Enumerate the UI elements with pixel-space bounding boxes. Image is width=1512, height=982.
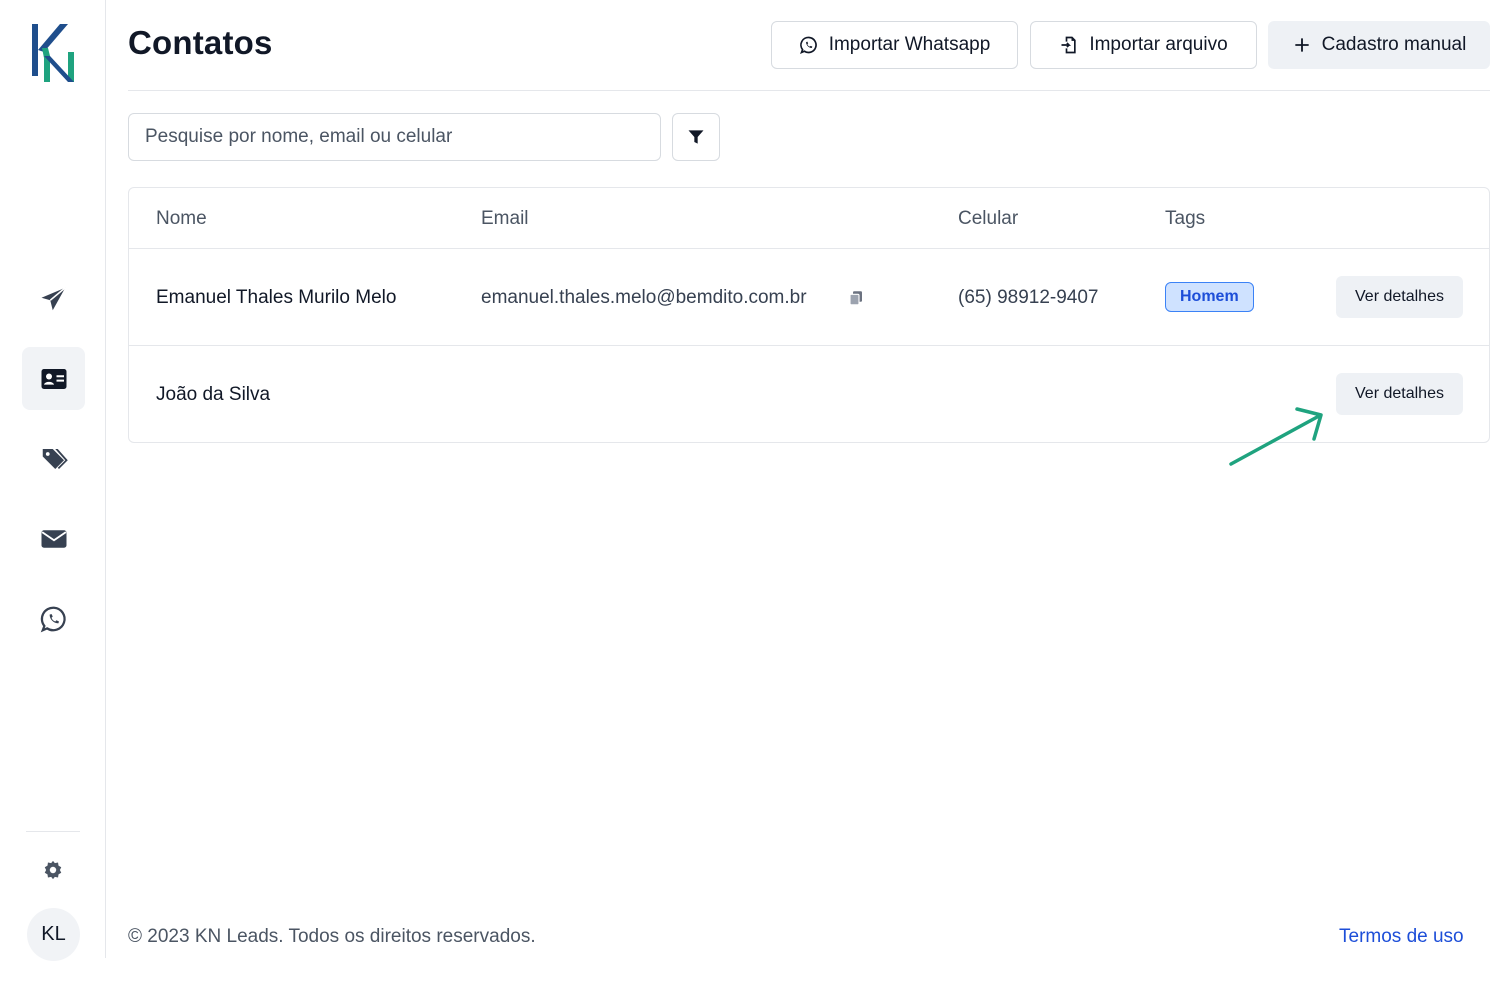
tags-icon [42,448,68,469]
filter-button[interactable] [672,113,720,161]
terms-of-use-link[interactable]: Termos de uso [1339,926,1464,948]
paper-plane-icon [41,286,66,310]
kn-logo[interactable] [30,22,78,84]
contact-name: Emanuel Thales Murilo Melo [156,287,397,308]
manual-add-button[interactable]: Cadastro manual [1268,21,1490,69]
gear-icon [44,860,62,880]
import-whatsapp-button[interactable]: Importar Whatsapp [771,21,1018,69]
view-details-button[interactable]: Ver detalhes [1336,276,1463,318]
sidebar: KL [0,0,106,961]
footer-copyright: © 2023 KN Leads. Todos os direitos reser… [128,926,536,947]
filter-icon [688,130,704,144]
column-header-tags: Tags [1165,208,1206,229]
sidebar-divider [26,831,80,832]
contact-email: emanuel.thales.melo@bemdito.com.br [481,287,807,308]
column-header-phone: Celular [958,208,1019,229]
table-row: Emanuel Thales Murilo Melo emanuel.thale… [129,248,1489,345]
envelope-icon [41,529,66,548]
search-input[interactable] [128,113,661,161]
column-header-name: Nome [156,208,207,229]
sidebar-item-email[interactable] [22,507,85,570]
sidebar-item-contacts[interactable] [22,347,85,410]
tag-badge: Homem [1165,282,1254,312]
sidebar-item-whatsapp[interactable] [22,587,85,650]
annotation-arrow [1229,407,1323,466]
file-import-icon [1061,36,1076,54]
plus-icon [1294,38,1309,52]
manual-add-label: Cadastro manual [1321,34,1467,55]
contact-card-icon [41,368,66,389]
copy-icon[interactable] [847,289,865,307]
contact-phone: (65) 98912-9407 [958,287,1099,308]
sidebar-item-tags[interactable] [22,427,85,490]
whatsapp-icon [799,36,817,55]
page-title: Contatos [128,24,273,61]
import-file-label: Importar arquivo [1089,34,1228,55]
header-divider [128,90,1490,91]
import-file-button[interactable]: Importar arquivo [1030,21,1257,69]
column-header-email: Email [481,208,529,229]
view-details-button[interactable]: Ver detalhes [1336,373,1463,415]
contact-name: João da Silva [156,384,271,405]
sidebar-item-campaigns[interactable] [22,267,85,330]
settings-button[interactable] [40,857,66,883]
user-avatar[interactable]: KL [27,908,80,961]
whatsapp-icon [40,606,66,632]
import-whatsapp-label: Importar Whatsapp [828,34,991,55]
